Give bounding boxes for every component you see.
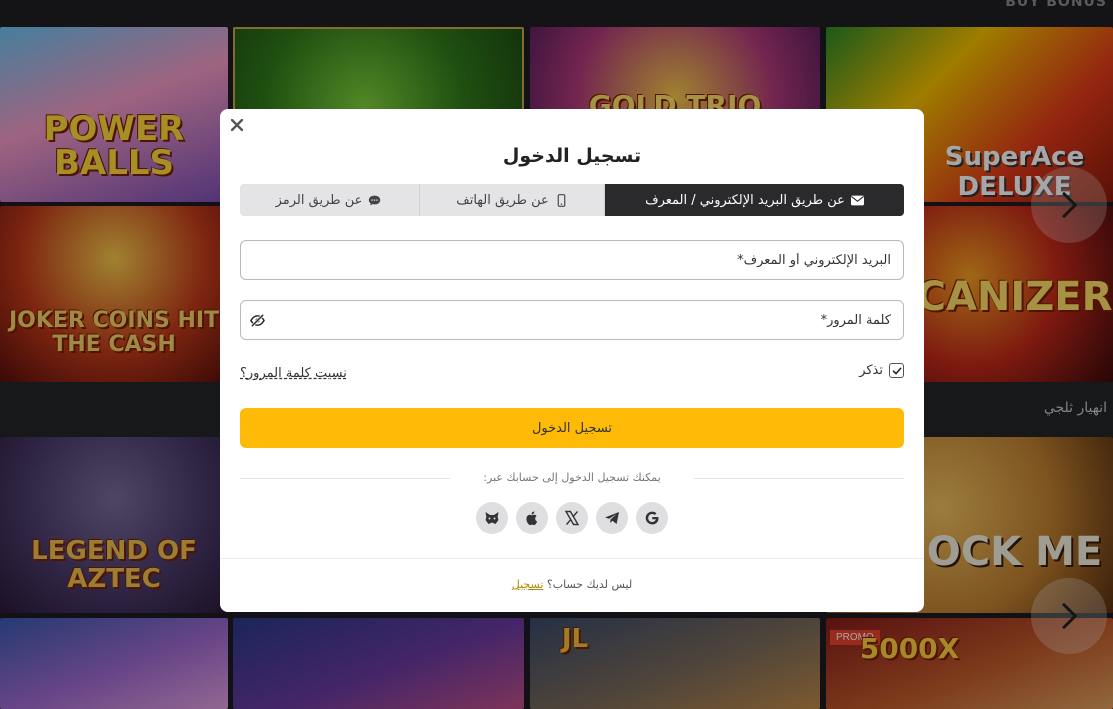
x-icon	[564, 510, 580, 526]
email-field	[240, 240, 904, 280]
footer-divider	[220, 558, 924, 559]
register-link[interactable]: تسجيل	[512, 578, 544, 591]
tab-label: عن طريق الهاتف	[456, 192, 549, 208]
tab-email[interactable]: عن طريق البريد الإلكتروني / المعرف	[605, 184, 904, 216]
close-button[interactable]	[228, 116, 246, 134]
remember-label: تذكر	[859, 363, 883, 378]
telegram-icon	[605, 512, 619, 524]
social-login-text: يمكنك تسجيل الدخول إلى حسابك عبر:	[483, 471, 661, 484]
metamask-icon	[485, 512, 499, 524]
x-button[interactable]	[556, 502, 588, 534]
social-login-buttons	[476, 502, 668, 534]
modal-title: تسجيل الدخول	[502, 145, 642, 167]
forgot-password-link[interactable]: نسيت كلمة المرور؟	[240, 366, 347, 381]
phone-icon	[557, 193, 566, 207]
close-icon	[231, 119, 243, 131]
login-button[interactable]: تسجيل الدخول	[240, 408, 904, 448]
login-modal: تسجيل الدخول عن طريق البريد الإلكتروني /…	[220, 109, 924, 612]
apple-icon	[526, 511, 538, 526]
remember-me[interactable]: تذكر	[859, 363, 904, 378]
google-button[interactable]	[636, 502, 668, 534]
no-account-text: ليس لديك حساب؟	[546, 578, 633, 591]
password-field	[240, 300, 904, 340]
password-input[interactable]	[241, 301, 903, 339]
telegram-button[interactable]	[596, 502, 628, 534]
envelope-icon	[850, 195, 864, 205]
tab-code[interactable]: عن طريق الرمز	[240, 184, 420, 216]
tab-label: عن طريق الرمز	[275, 192, 363, 208]
eye-slash-icon[interactable]	[250, 313, 265, 328]
tab-phone[interactable]: عن طريق الهاتف	[420, 184, 605, 216]
register-prompt: ليس لديك حساب؟ تسجيل	[220, 578, 924, 591]
email-input[interactable]	[241, 241, 903, 279]
chat-icon	[369, 195, 381, 205]
tab-label: عن طريق البريد الإلكتروني / المعرف	[645, 192, 845, 208]
google-icon	[645, 511, 659, 525]
remember-checkbox[interactable]	[889, 363, 904, 378]
login-method-tabs: عن طريق البريد الإلكتروني / المعرف عن طر…	[240, 184, 904, 216]
apple-button[interactable]	[516, 502, 548, 534]
metamask-button[interactable]	[476, 502, 508, 534]
check-icon	[892, 367, 901, 375]
